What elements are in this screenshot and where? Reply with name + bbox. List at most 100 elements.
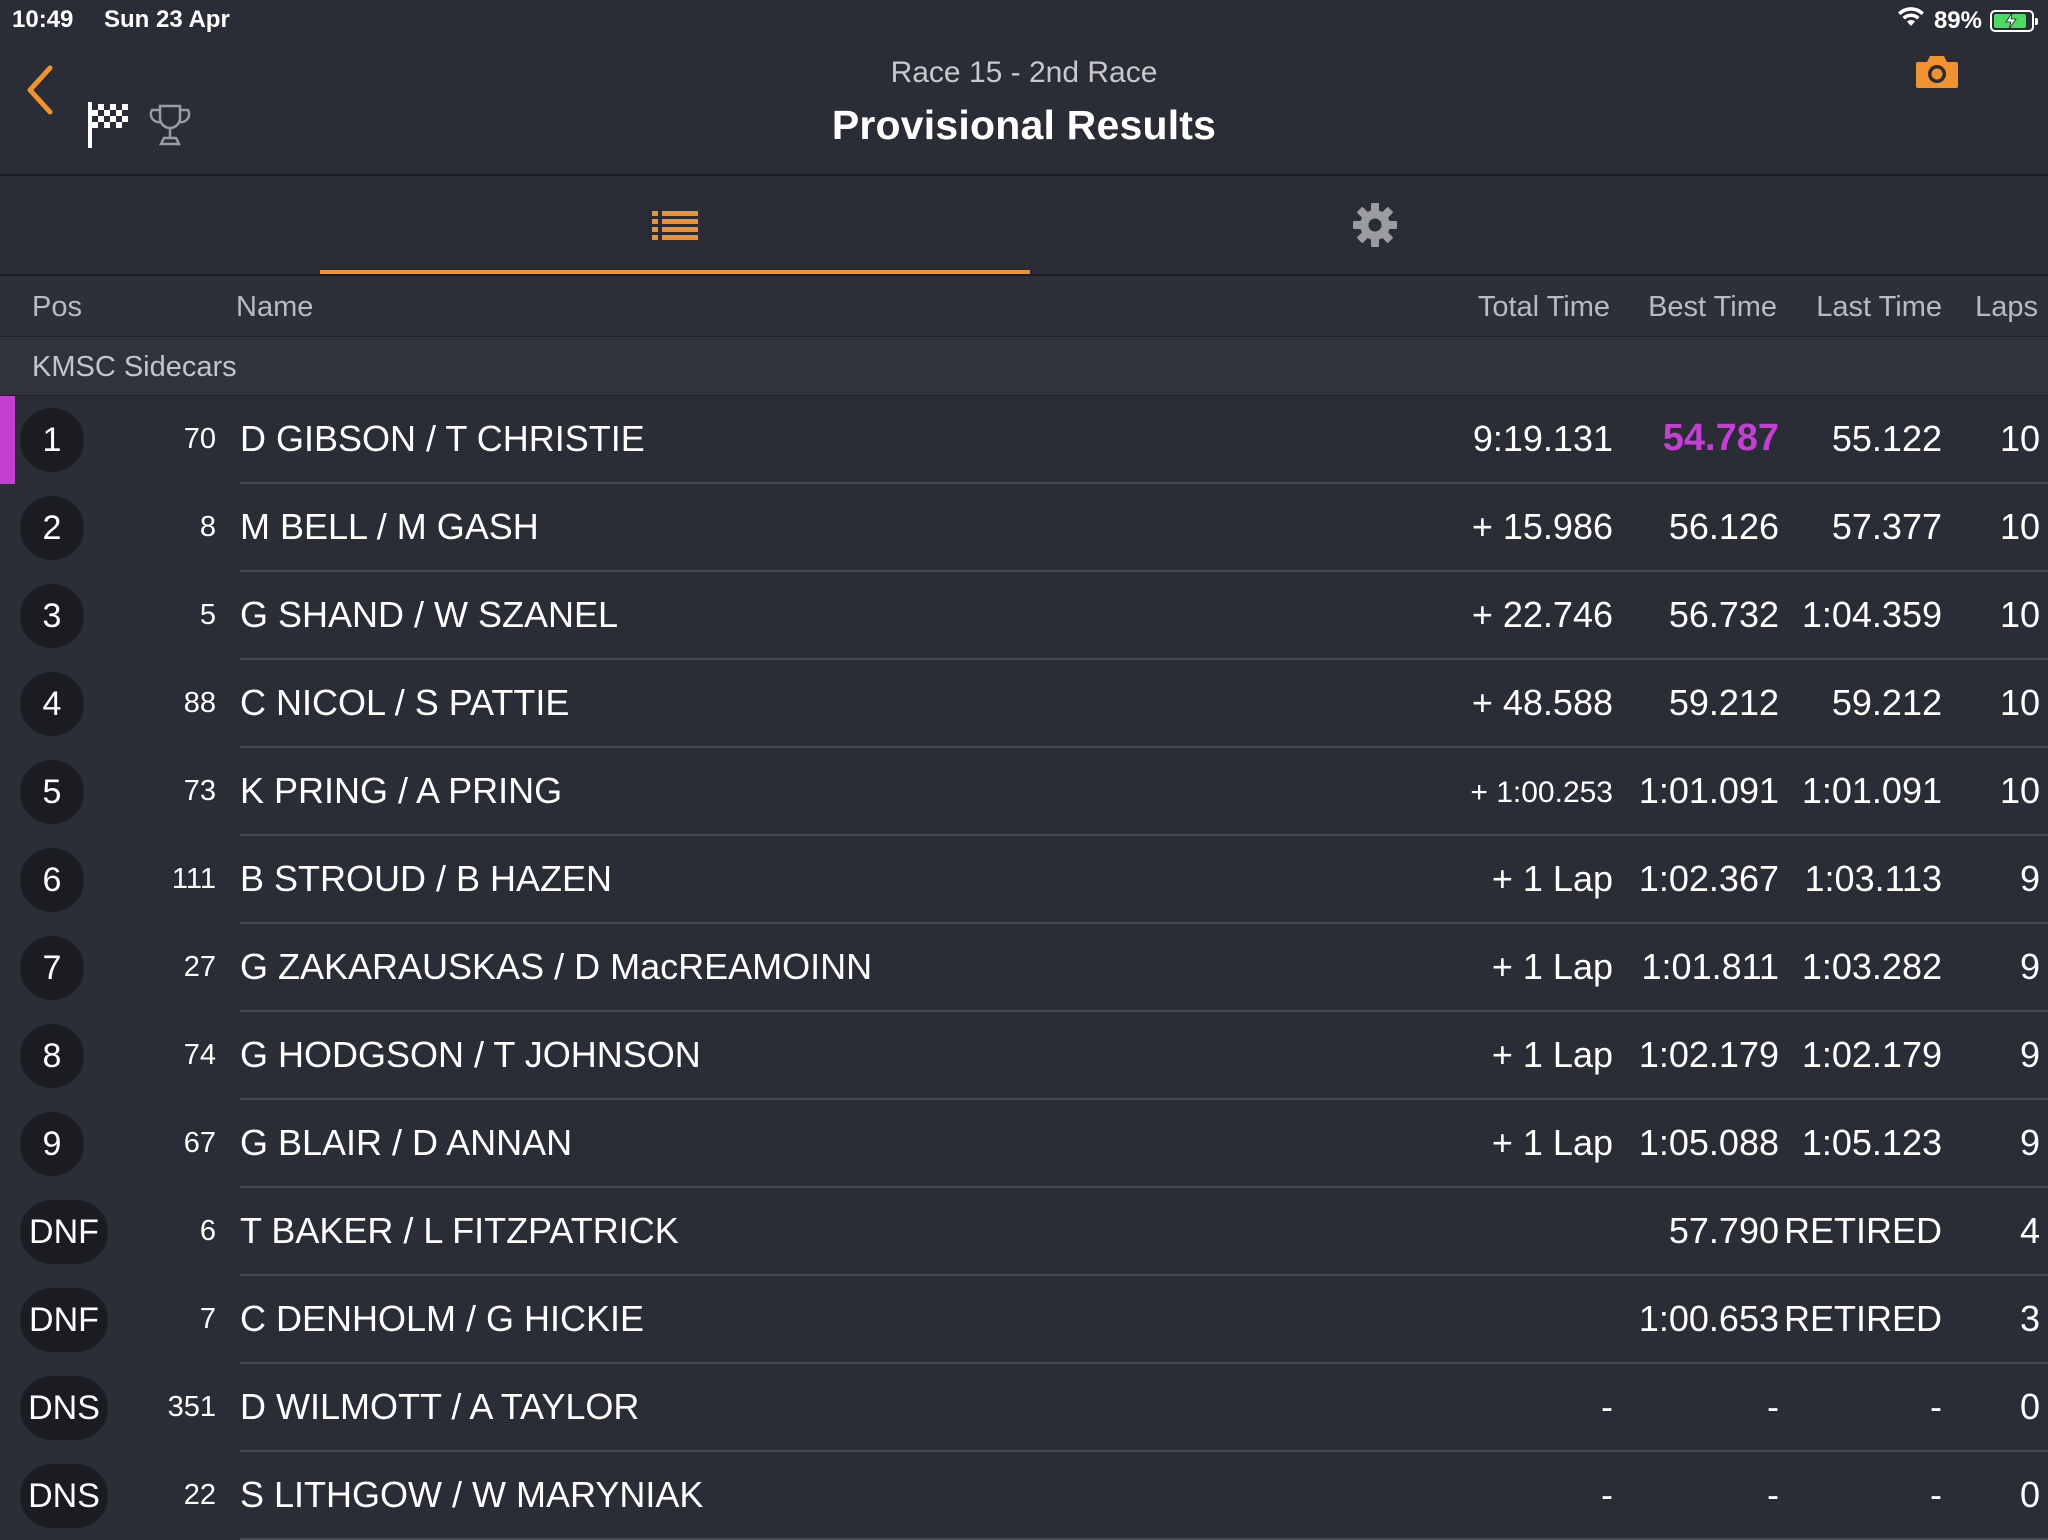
best-time: 1:01.091	[1638, 770, 1779, 811]
result-row[interactable]: 5 73 K PRING / A PRING + 1:00.253 1:01.0…	[0, 748, 2048, 836]
result-row[interactable]: DNF 6 T BAKER / L FITZPATRICK 57.790 RET…	[0, 1188, 2048, 1276]
page-title: Provisional Results	[831, 102, 1217, 148]
result-row[interactable]: 3 5 G SHAND / W SZANEL + 22.746 56.732 1…	[0, 572, 2048, 660]
battery-percent: 89%	[1933, 6, 1982, 34]
total-time: -	[1601, 1474, 1613, 1515]
rider-names: D WILMOTT / A TAYLOR	[240, 1386, 640, 1427]
total-time: + 1 Lap	[1491, 1034, 1613, 1075]
race-number: 8	[199, 511, 216, 543]
column-headers: Pos Name Total Time Best Time Last Time …	[0, 276, 2048, 337]
last-time: -	[1930, 1386, 1942, 1427]
best-time: 56.732	[1668, 594, 1779, 635]
col-last-time: Last Time	[1816, 291, 1942, 323]
race-number: 351	[167, 1391, 216, 1423]
laps: 9	[2019, 946, 2040, 987]
last-time: RETIRED	[1783, 1210, 1942, 1251]
result-row[interactable]: DNS 22 S LITHGOW / W MARYNIAK - - - 0	[0, 1452, 2048, 1540]
best-time: 54.787	[1662, 417, 1779, 459]
result-row[interactable]: 2 8 M BELL / M GASH + 15.986 56.126 57.3…	[0, 484, 2048, 572]
wifi-icon	[1896, 6, 1926, 35]
total-time: + 15.986	[1471, 506, 1613, 547]
gear-icon	[1353, 203, 1397, 247]
rider-names: D GIBSON / T CHRISTIE	[240, 418, 645, 459]
result-row[interactable]: 7 27 G ZAKARAUSKAS / D MacREAMOINN + 1 L…	[0, 924, 2048, 1012]
rider-names: C NICOL / S PATTIE	[240, 682, 570, 723]
position-badge: 8	[20, 1024, 84, 1088]
best-time: 1:02.179	[1638, 1034, 1779, 1075]
laps: 10	[1999, 418, 2040, 459]
fastest-lap-marker	[0, 396, 15, 484]
results-list: 1 70 D GIBSON / T CHRISTIE 9:19.131 54.7…	[0, 396, 2048, 1540]
race-number: 73	[183, 775, 216, 807]
result-row[interactable]: 9 67 G BLAIR / D ANNAN + 1 Lap 1:05.088 …	[0, 1100, 2048, 1188]
rider-names: G SHAND / W SZANEL	[240, 594, 619, 635]
position-badge: DNS	[20, 1376, 108, 1440]
total-time: + 1 Lap	[1491, 858, 1613, 899]
result-row[interactable]: 8 74 G HODGSON / T JOHNSON + 1 Lap 1:02.…	[0, 1012, 2048, 1100]
laps: 10	[1999, 682, 2040, 723]
status-date: Sun 23 Apr	[104, 6, 230, 33]
position-badge: 1	[20, 408, 84, 472]
laps: 9	[2019, 1122, 2040, 1163]
last-time: 1:01.091	[1801, 770, 1942, 811]
best-time: 56.126	[1668, 506, 1779, 547]
result-row[interactable]: DNF 7 C DENHOLM / G HICKIE 1:00.653 RETI…	[0, 1276, 2048, 1364]
race-subtitle: Race 15 - 2nd Race	[890, 56, 1158, 89]
last-time: 59.212	[1831, 682, 1942, 723]
rider-names: G ZAKARAUSKAS / D MacREAMOINN	[240, 946, 873, 987]
position-badge: 4	[20, 672, 84, 736]
laps: 10	[1999, 770, 2040, 811]
result-row[interactable]: DNS 351 D WILMOTT / A TAYLOR - - - 0	[0, 1364, 2048, 1452]
rider-names: T BAKER / L FITZPATRICK	[240, 1210, 679, 1251]
active-tab-indicator	[320, 270, 1030, 274]
result-row[interactable]: 4 88 C NICOL / S PATTIE + 48.588 59.212 …	[0, 660, 2048, 748]
camera-button[interactable]	[1914, 54, 1960, 95]
total-time: + 22.746	[1471, 594, 1613, 635]
last-time: 1:03.113	[1804, 858, 1942, 899]
position-badge: 6	[20, 848, 84, 912]
rider-names: G BLAIR / D ANNAN	[240, 1122, 573, 1163]
result-row[interactable]: 1 70 D GIBSON / T CHRISTIE 9:19.131 54.7…	[0, 396, 2048, 484]
position-badge: 2	[20, 496, 84, 560]
position-badge: DNF	[20, 1200, 108, 1264]
last-time: 1:04.359	[1801, 594, 1942, 635]
laps: 9	[2019, 1034, 2040, 1075]
rider-names: C DENHOLM / G HICKIE	[240, 1298, 645, 1339]
laps: 10	[1999, 594, 2040, 635]
position-badge: DNF	[20, 1288, 108, 1352]
race-number: 5	[199, 599, 216, 631]
best-time: -	[1767, 1386, 1779, 1427]
last-time: 1:03.282	[1801, 946, 1942, 987]
total-time: + 1:00.253	[1470, 776, 1613, 809]
laps: 10	[1999, 506, 2040, 547]
col-pos: Pos	[32, 291, 82, 323]
col-total-time: Total Time	[1477, 291, 1610, 323]
rider-names: M BELL / M GASH	[240, 506, 539, 547]
result-row[interactable]: 6 111 B STROUD / B HAZEN + 1 Lap 1:02.36…	[0, 836, 2048, 924]
laps: 0	[2019, 1386, 2040, 1427]
race-number: 27	[183, 951, 216, 983]
race-number: 88	[183, 687, 216, 719]
tab-results-list[interactable]	[320, 176, 1030, 274]
last-time: 1:05.123	[1801, 1122, 1942, 1163]
camera-icon	[1916, 56, 1958, 88]
total-time: + 1 Lap	[1491, 1122, 1613, 1163]
best-time: -	[1767, 1474, 1779, 1515]
status-right: 89%	[1896, 6, 2038, 35]
class-group-header: KMSC Sidecars	[0, 337, 2048, 396]
header: Race 15 - 2nd Race Provisional Results	[0, 40, 2048, 176]
race-number: 111	[171, 863, 216, 895]
total-time: + 1 Lap	[1491, 946, 1613, 987]
total-time: -	[1601, 1386, 1613, 1427]
laps: 4	[2019, 1210, 2040, 1251]
battery-icon	[1990, 9, 2038, 32]
rider-names: K PRING / A PRING	[240, 770, 563, 811]
race-number: 7	[199, 1303, 216, 1335]
view-tabs	[0, 176, 2048, 276]
class-name: KMSC Sidecars	[32, 351, 237, 383]
best-time: 57.790	[1668, 1210, 1779, 1251]
tab-settings[interactable]	[1020, 176, 1730, 274]
last-time: 57.377	[1831, 506, 1942, 547]
rider-names: B STROUD / B HAZEN	[240, 858, 613, 899]
best-time: 1:05.088	[1638, 1122, 1779, 1163]
